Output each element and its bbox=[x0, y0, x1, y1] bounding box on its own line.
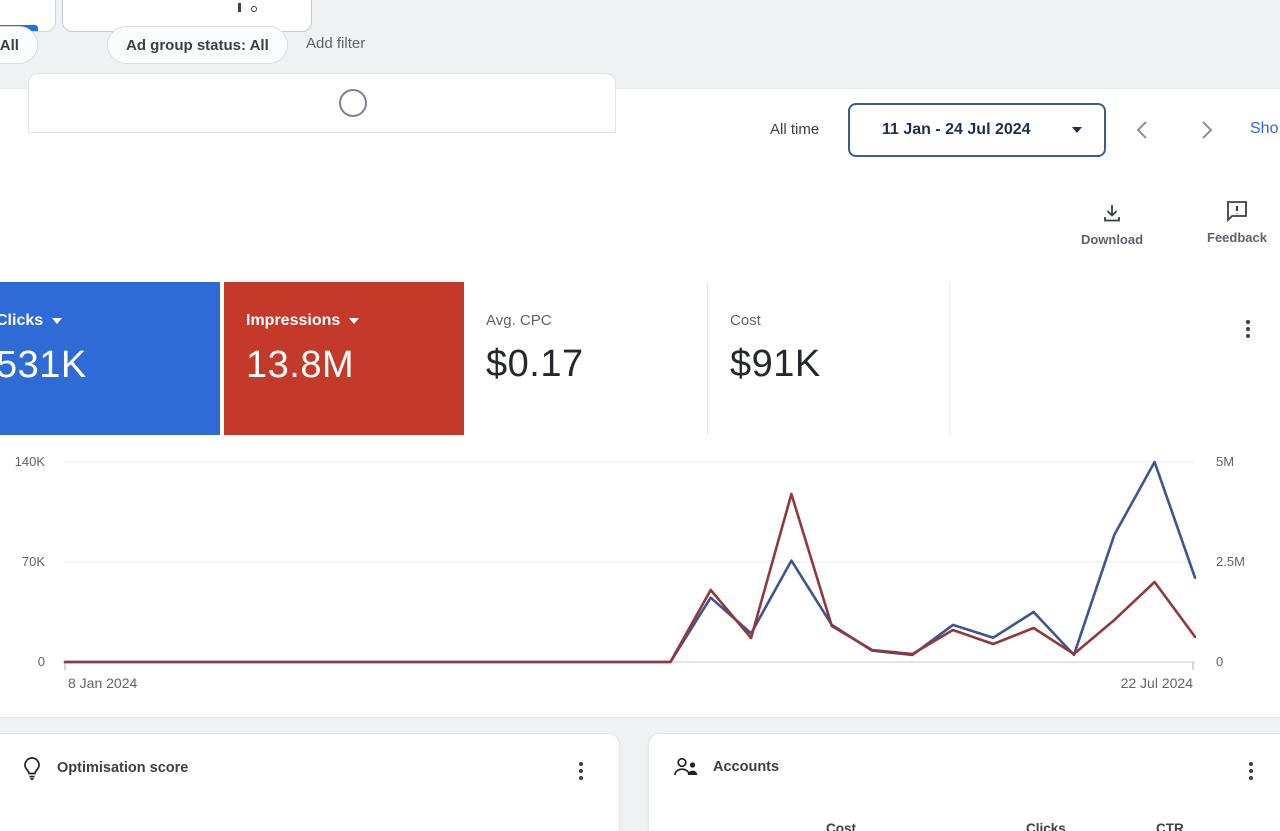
x-axis-end-label: 22 Jul 2024 bbox=[1120, 675, 1193, 691]
lightbulb-icon bbox=[24, 757, 40, 780]
download-label: Download bbox=[1080, 232, 1144, 247]
avg-cpc-value: $0.17 bbox=[486, 343, 584, 385]
feedback-label: Feedback bbox=[1207, 230, 1267, 245]
x-axis-start-label: 8 Jan 2024 bbox=[68, 675, 138, 691]
optimisation-score-menu[interactable] bbox=[575, 758, 587, 784]
impressions-value: 13.8M bbox=[246, 344, 355, 386]
next-period-button[interactable] bbox=[1193, 117, 1219, 143]
scorecards-row: Clicks 531K Impressions 13.8M Avg. CPC $… bbox=[0, 282, 1280, 435]
cost-value: $91K bbox=[730, 343, 821, 385]
show-link[interactable]: Sho bbox=[1250, 120, 1278, 138]
accounts-col-clicks: Clicks bbox=[1026, 821, 1066, 831]
y-left-tick-0: 0 bbox=[37, 654, 45, 669]
avg-cpc-label: Avg. CPC bbox=[486, 312, 552, 329]
date-range-picker[interactable]: 11 Jan - 24 Jul 2024 bbox=[848, 103, 1106, 157]
campaign-status-chip[interactable]: status: All bbox=[0, 26, 38, 64]
small-icon bbox=[251, 6, 257, 12]
all-time-label: All time bbox=[770, 121, 820, 138]
chart-options-menu[interactable] bbox=[1242, 316, 1254, 342]
y-right-tick-0: 0 bbox=[1216, 654, 1224, 669]
cost-label: Cost bbox=[730, 312, 761, 329]
feedback-button[interactable]: Feedback bbox=[1197, 198, 1277, 245]
accounts-col-ctr: CTR bbox=[1156, 821, 1184, 831]
clicks-label: Clicks bbox=[0, 312, 44, 329]
google-ads-overview-page: status: All Ad group status: All Add fil… bbox=[0, 0, 1280, 831]
accounts-title: Accounts bbox=[713, 759, 780, 775]
y-right-tick-5m: 5M bbox=[1216, 454, 1235, 469]
impressions-label: Impressions bbox=[246, 312, 341, 329]
download-button[interactable]: Download bbox=[1072, 202, 1152, 247]
timeseries-chart[interactable] bbox=[0, 440, 1280, 690]
add-filter-button[interactable]: Add filter bbox=[306, 35, 365, 52]
optimisation-score-card: Optimisation score bbox=[0, 733, 620, 831]
chevron-down-icon[interactable] bbox=[52, 318, 63, 324]
optimisation-score-title: Optimisation score bbox=[57, 760, 189, 776]
scorecard-impressions[interactable]: Impressions 13.8M bbox=[224, 282, 464, 435]
accounts-people-icon bbox=[674, 757, 698, 776]
ad-group-status-chip[interactable]: Ad group status: All bbox=[107, 26, 288, 64]
chevron-down-icon[interactable] bbox=[349, 318, 360, 324]
ad-group-status-chip-label: Ad group status: All bbox=[126, 36, 269, 54]
scorecard-clicks[interactable]: Clicks 531K bbox=[0, 282, 220, 435]
y-left-tick-140k: 140K bbox=[14, 454, 45, 469]
optimisation-score-subcard bbox=[28, 73, 616, 133]
accounts-card: Accounts bbox=[648, 733, 1280, 831]
accounts-menu[interactable] bbox=[1245, 758, 1257, 784]
feedback-icon bbox=[1227, 201, 1247, 223]
campaign-status-chip-label: status: All bbox=[0, 36, 19, 54]
accounts-col-cost: Cost bbox=[826, 821, 856, 831]
score-gauge bbox=[339, 89, 367, 117]
scorecard-cost[interactable]: Cost $91K bbox=[708, 282, 950, 435]
y-left-tick-70k: 70K bbox=[21, 554, 45, 569]
clicks-value: 531K bbox=[0, 344, 87, 386]
previous-period-button[interactable] bbox=[1130, 117, 1156, 143]
y-right-tick-2-5m: 2.5M bbox=[1216, 554, 1245, 569]
scorecard-avg-cpc[interactable]: Avg. CPC $0.17 bbox=[464, 282, 708, 435]
line-impressions bbox=[63, 492, 1197, 664]
date-range-value: 11 Jan - 24 Jul 2024 bbox=[882, 121, 1031, 138]
download-icon bbox=[1104, 205, 1120, 222]
chevron-down-icon bbox=[1072, 127, 1082, 133]
cursor-glyph bbox=[238, 3, 241, 12]
